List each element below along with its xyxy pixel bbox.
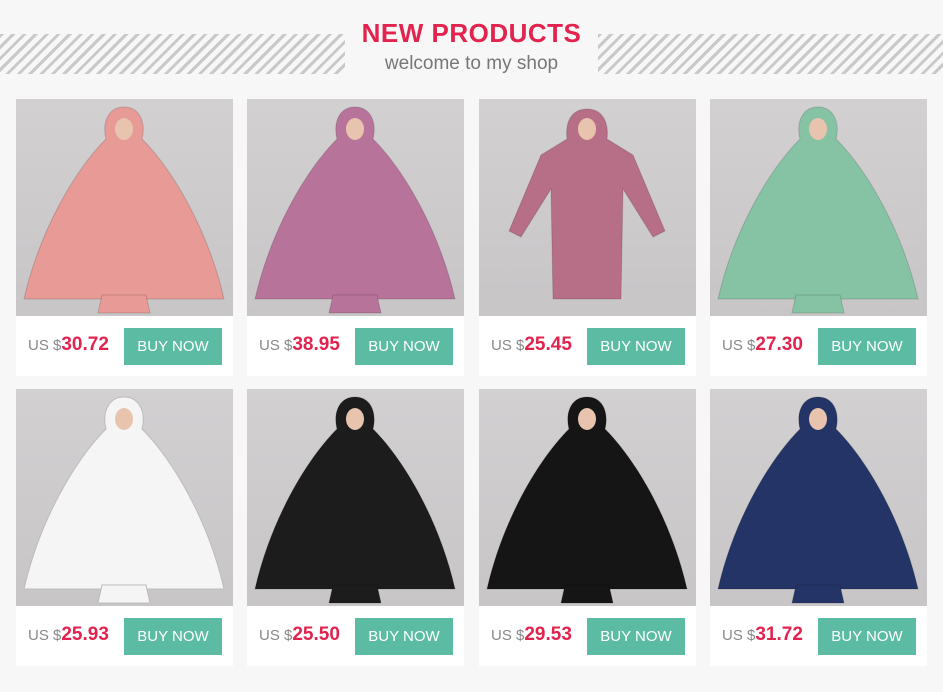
product-image[interactable] (16, 389, 233, 606)
currency-label: US $ (722, 337, 756, 354)
product-card[interactable]: US $30.72 BUY NOW (16, 99, 233, 376)
buy-now-button[interactable]: BUY NOW (587, 328, 685, 365)
product-price: US $25.93 (28, 624, 109, 646)
hijab-dress-image (717, 396, 919, 604)
product-price: US $29.53 (491, 624, 572, 646)
product-card[interactable]: US $25.93 BUY NOW (16, 389, 233, 666)
product-card[interactable]: US $25.45 BUY NOW (479, 99, 696, 376)
buy-now-button[interactable]: BUY NOW (818, 328, 916, 365)
buy-now-button[interactable]: BUY NOW (355, 328, 453, 365)
section-header: NEW PRODUCTS welcome to my shop (0, 0, 943, 98)
product-card[interactable]: US $29.53 BUY NOW (479, 389, 696, 666)
currency-label: US $ (259, 627, 293, 644)
product-price: US $25.45 (491, 334, 572, 356)
product-card[interactable]: US $31.72 BUY NOW (710, 389, 927, 666)
hijab-dress-image (486, 396, 688, 604)
price-row: US $25.50 BUY NOW (247, 606, 464, 666)
price-amount: 25.50 (292, 624, 340, 645)
abaya-dress-image (508, 108, 666, 300)
product-price: US $30.72 (28, 334, 109, 356)
currency-label: US $ (28, 337, 62, 354)
buy-now-button[interactable]: BUY NOW (818, 618, 916, 655)
decorative-stripes-right (598, 34, 943, 74)
product-price: US $27.30 (722, 334, 803, 356)
section-title: NEW PRODUCTS (361, 18, 582, 48)
currency-label: US $ (491, 337, 525, 354)
price-amount: 27.30 (755, 334, 803, 355)
buy-now-button[interactable]: BUY NOW (355, 618, 453, 655)
product-price: US $38.95 (259, 334, 340, 356)
price-row: US $27.30 BUY NOW (710, 316, 927, 376)
hijab-dress-image (23, 106, 225, 314)
price-row: US $31.72 BUY NOW (710, 606, 927, 666)
price-row: US $38.95 BUY NOW (247, 316, 464, 376)
product-price: US $31.72 (722, 624, 803, 646)
buy-now-button[interactable]: BUY NOW (124, 618, 222, 655)
price-amount: 25.45 (524, 334, 572, 355)
product-image[interactable] (479, 99, 696, 316)
product-image[interactable] (710, 99, 927, 316)
hijab-dress-image (717, 106, 919, 314)
product-image[interactable] (16, 99, 233, 316)
price-amount: 25.93 (61, 624, 109, 645)
decorative-stripes-left (0, 34, 345, 74)
price-amount: 38.95 (292, 334, 340, 355)
price-row: US $25.93 BUY NOW (16, 606, 233, 666)
product-image[interactable] (479, 389, 696, 606)
price-row: US $29.53 BUY NOW (479, 606, 696, 666)
product-image[interactable] (710, 389, 927, 606)
product-card[interactable]: US $27.30 BUY NOW (710, 99, 927, 376)
price-row: US $25.45 BUY NOW (479, 316, 696, 376)
currency-label: US $ (28, 627, 62, 644)
product-card[interactable]: US $25.50 BUY NOW (247, 389, 464, 666)
hijab-dress-image (254, 106, 456, 314)
currency-label: US $ (259, 337, 293, 354)
price-amount: 29.53 (524, 624, 572, 645)
hijab-dress-image (23, 396, 225, 604)
price-row: US $30.72 BUY NOW (16, 316, 233, 376)
section-subtitle: welcome to my shop (384, 53, 559, 74)
product-price: US $25.50 (259, 624, 340, 646)
buy-now-button[interactable]: BUY NOW (587, 618, 685, 655)
price-amount: 30.72 (61, 334, 109, 355)
product-card[interactable]: US $38.95 BUY NOW (247, 99, 464, 376)
product-image[interactable] (247, 99, 464, 316)
currency-label: US $ (722, 627, 756, 644)
hijab-dress-image (254, 396, 456, 604)
price-amount: 31.72 (755, 624, 803, 645)
product-image[interactable] (247, 389, 464, 606)
currency-label: US $ (491, 627, 525, 644)
buy-now-button[interactable]: BUY NOW (124, 328, 222, 365)
